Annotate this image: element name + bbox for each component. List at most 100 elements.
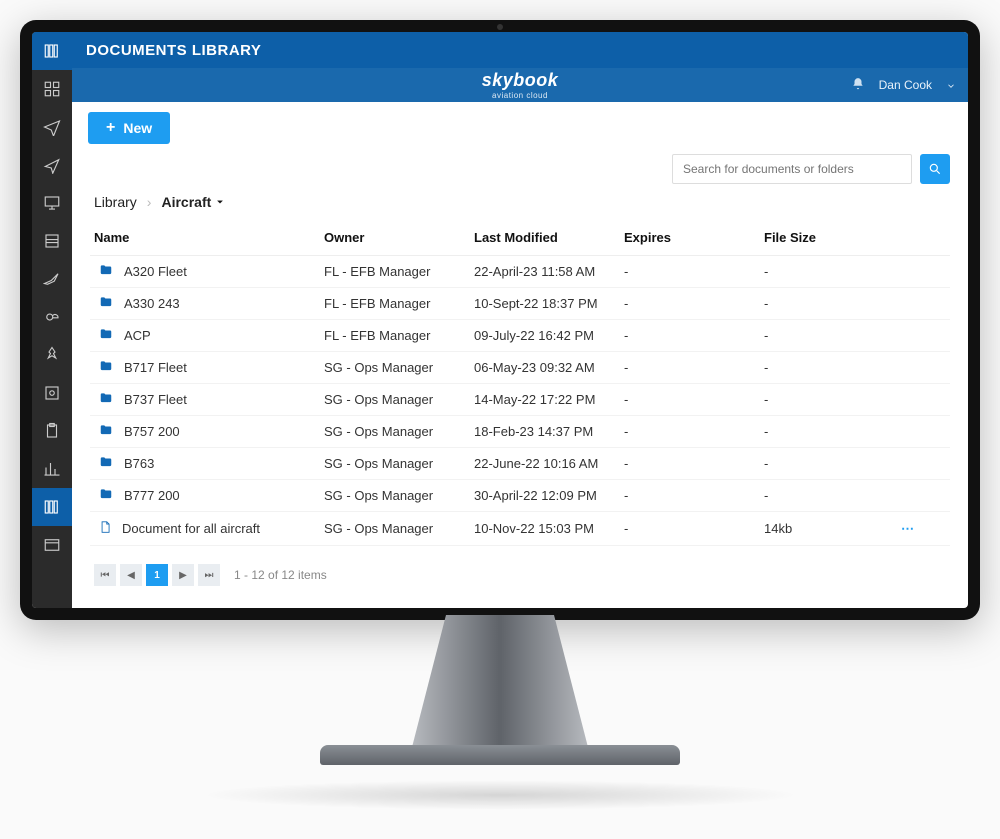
row-size: - <box>764 328 884 343</box>
dropdown-caret-icon[interactable] <box>215 194 225 210</box>
breadcrumb-current[interactable]: Aircraft <box>161 194 225 210</box>
row-owner: SG - Ops Manager <box>324 456 474 471</box>
sidebar-takeoff-icon[interactable] <box>32 260 72 298</box>
new-button[interactable]: + New <box>88 112 170 144</box>
chevron-right-icon: › <box>147 194 152 210</box>
sidebar-plane2-icon[interactable] <box>32 146 72 184</box>
row-expires: - <box>624 296 764 311</box>
table-row[interactable]: B717 Fleet SG - Ops Manager 06-May-23 09… <box>90 352 950 384</box>
breadcrumb-root[interactable]: Library <box>94 194 137 210</box>
table-row[interactable]: B777 200 SG - Ops Manager 30-April-22 12… <box>90 480 950 512</box>
row-size: - <box>764 264 884 279</box>
sidebar-safe-icon[interactable] <box>32 374 72 412</box>
row-modified: 18-Feb-23 14:37 PM <box>474 424 624 439</box>
sidebar-list-icon[interactable] <box>32 222 72 260</box>
monitor-frame: DOCUMENTS LIBRARY skybook aviation cloud… <box>20 20 980 620</box>
row-size: - <box>764 488 884 503</box>
row-expires: - <box>624 264 764 279</box>
user-name[interactable]: Dan Cook <box>879 78 932 92</box>
search-button[interactable] <box>920 154 950 184</box>
pagination: ⏮ ◀ 1 ▶ ⏭ 1 - 12 of 12 items <box>94 564 946 586</box>
table-row[interactable]: B737 Fleet SG - Ops Manager 14-May-22 17… <box>90 384 950 416</box>
sidebar-plane-icon[interactable] <box>32 108 72 146</box>
sidebar-clipboard-icon[interactable] <box>32 412 72 450</box>
row-name: Document for all aircraft <box>122 521 260 536</box>
row-name: A320 Fleet <box>124 264 187 279</box>
sidebar-pin-icon[interactable] <box>32 336 72 374</box>
row-name: ACP <box>124 328 151 343</box>
row-name: B717 Fleet <box>124 360 187 375</box>
row-size: - <box>764 424 884 439</box>
sidebar-docs-icon[interactable] <box>32 488 72 526</box>
table-row[interactable]: A320 Fleet FL - EFB Manager 22-April-23 … <box>90 256 950 288</box>
folder-icon <box>98 423 114 440</box>
page-summary: 1 - 12 of 12 items <box>234 568 327 582</box>
page-first-button[interactable]: ⏮ <box>94 564 116 586</box>
col-name[interactable]: Name <box>94 230 324 245</box>
col-modified[interactable]: Last Modified <box>474 230 624 245</box>
folder-icon <box>98 295 114 312</box>
sidebar-weather-icon[interactable] <box>32 298 72 336</box>
page-current-button[interactable]: 1 <box>146 564 168 586</box>
row-owner: FL - EFB Manager <box>324 264 474 279</box>
page-prev-button[interactable]: ◀ <box>120 564 142 586</box>
new-button-label: New <box>123 120 152 136</box>
table-row[interactable]: B763 SG - Ops Manager 22-June-22 10:16 A… <box>90 448 950 480</box>
page-title-bar: DOCUMENTS LIBRARY <box>72 32 968 68</box>
row-expires: - <box>624 424 764 439</box>
row-expires: - <box>624 488 764 503</box>
sidebar-grid-icon[interactable] <box>32 70 72 108</box>
row-modified: 30-April-22 12:09 PM <box>474 488 624 503</box>
folder-icon <box>98 263 114 280</box>
table-row[interactable]: A330 243 FL - EFB Manager 10-Sept-22 18:… <box>90 288 950 320</box>
row-size: - <box>764 392 884 407</box>
row-owner: SG - Ops Manager <box>324 488 474 503</box>
sidebar-board-icon[interactable] <box>32 184 72 222</box>
documents-table: Name Owner Last Modified Expires File Si… <box>90 220 950 546</box>
folder-icon <box>98 359 114 376</box>
sidebar-window-icon[interactable] <box>32 526 72 564</box>
row-name: B763 <box>124 456 154 471</box>
document-icon <box>98 519 112 538</box>
table-header: Name Owner Last Modified Expires File Si… <box>90 220 950 256</box>
row-name: B737 Fleet <box>124 392 187 407</box>
row-more-button[interactable]: ⋯ <box>884 521 914 537</box>
sidebar-chart-icon[interactable] <box>32 450 72 488</box>
row-expires: - <box>624 392 764 407</box>
row-expires: - <box>624 360 764 375</box>
row-modified: 10-Nov-22 15:03 PM <box>474 521 624 536</box>
col-owner[interactable]: Owner <box>324 230 474 245</box>
row-modified: 22-June-22 10:16 AM <box>474 456 624 471</box>
folder-icon <box>98 391 114 408</box>
row-name: B757 200 <box>124 424 180 439</box>
row-owner: FL - EFB Manager <box>324 328 474 343</box>
table-row[interactable]: Document for all aircraft SG - Ops Manag… <box>90 512 950 546</box>
table-row[interactable]: B757 200 SG - Ops Manager 18-Feb-23 14:3… <box>90 416 950 448</box>
camera-dot <box>497 24 503 30</box>
monitor-base <box>320 745 680 765</box>
page-title: DOCUMENTS LIBRARY <box>86 42 261 59</box>
row-owner: SG - Ops Manager <box>324 360 474 375</box>
brand-logo: skybook aviation cloud <box>482 70 559 100</box>
row-owner: SG - Ops Manager <box>324 424 474 439</box>
sidebar-library-icon[interactable] <box>32 32 72 70</box>
row-modified: 09-July-22 16:42 PM <box>474 328 624 343</box>
notifications-icon[interactable] <box>851 77 865 94</box>
folder-icon <box>98 487 114 504</box>
page-last-button[interactable]: ⏭ <box>198 564 220 586</box>
row-size: - <box>764 296 884 311</box>
table-row[interactable]: ACP FL - EFB Manager 09-July-22 16:42 PM… <box>90 320 950 352</box>
row-size: - <box>764 360 884 375</box>
user-menu-chevron-icon[interactable] <box>946 80 956 90</box>
row-modified: 14-May-22 17:22 PM <box>474 392 624 407</box>
folder-icon <box>98 455 114 472</box>
search-input[interactable] <box>672 154 912 184</box>
page-next-button[interactable]: ▶ <box>172 564 194 586</box>
row-expires: - <box>624 456 764 471</box>
row-owner: FL - EFB Manager <box>324 296 474 311</box>
plus-icon: + <box>106 120 115 136</box>
col-expires[interactable]: Expires <box>624 230 764 245</box>
row-modified: 10-Sept-22 18:37 PM <box>474 296 624 311</box>
col-size[interactable]: File Size <box>764 230 884 245</box>
row-name: B777 200 <box>124 488 180 503</box>
